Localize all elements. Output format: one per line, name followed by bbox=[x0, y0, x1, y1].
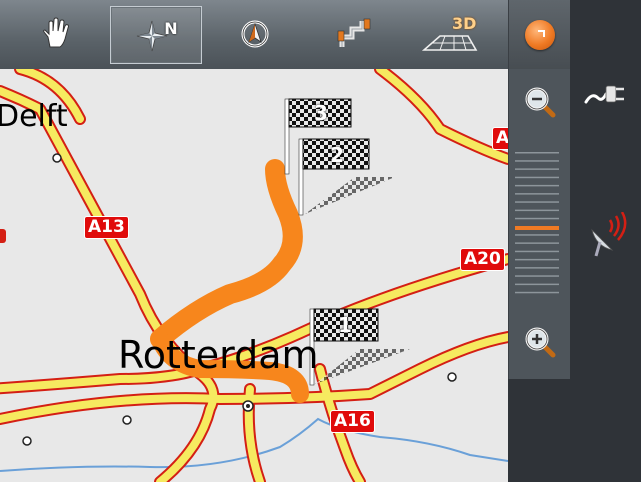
zoom-level-indicator bbox=[515, 226, 559, 230]
north-label: N bbox=[164, 18, 178, 38]
zoom-tick bbox=[515, 258, 559, 261]
gps-plug-icon bbox=[584, 78, 628, 112]
top-toolbar: N 3D bbox=[0, 0, 508, 70]
hand-icon bbox=[38, 17, 72, 51]
menu-button[interactable] bbox=[508, 0, 571, 69]
route-overview-button[interactable] bbox=[310, 6, 400, 62]
zoom-tick bbox=[515, 152, 559, 154]
zoom-out-button[interactable] bbox=[509, 69, 571, 139]
north-up-button[interactable]: N bbox=[110, 6, 202, 64]
city-label-delft: Delft bbox=[0, 99, 68, 134]
zoom-tick bbox=[515, 201, 559, 203]
zoom-tick bbox=[515, 242, 559, 244]
compass-north-icon: N bbox=[134, 17, 178, 53]
zoom-level-ticks bbox=[515, 152, 559, 294]
right-status-panel bbox=[570, 0, 641, 482]
3d-view-button[interactable]: 3D bbox=[405, 6, 495, 62]
route-line bbox=[150, 159, 303, 349]
gps-connection-button[interactable] bbox=[570, 78, 641, 112]
zoom-tick bbox=[515, 184, 559, 187]
zoom-in-icon bbox=[523, 325, 557, 363]
road-badge-a: A bbox=[492, 127, 508, 150]
waypoint-label-3: 3 bbox=[314, 101, 328, 125]
3d-view-icon: 3D bbox=[420, 14, 480, 54]
zoom-tick bbox=[515, 217, 559, 220]
city-label-rotterdam: Rotterdam bbox=[118, 333, 319, 377]
road-badge-a20: A20 bbox=[460, 248, 505, 271]
zoom-tick bbox=[515, 168, 559, 170]
offscreen-marker bbox=[0, 229, 6, 243]
road-badge-a16: A16 bbox=[330, 410, 375, 433]
heading-up-button[interactable] bbox=[210, 6, 300, 62]
zoom-tick bbox=[515, 193, 559, 195]
waypoint-label-1: 1 bbox=[338, 313, 352, 337]
zoom-tick bbox=[515, 160, 559, 162]
zoom-panel bbox=[508, 69, 571, 379]
gps-signal-button[interactable] bbox=[570, 211, 641, 264]
map-view[interactable]: Delft Rotterdam A13 A20 A16 A 3 2 1 bbox=[0, 69, 508, 482]
orange-menu-orb-icon bbox=[525, 19, 555, 50]
zoom-tick bbox=[515, 209, 559, 212]
satellite-dish-icon bbox=[582, 211, 630, 264]
zoom-tick bbox=[515, 267, 559, 269]
zoom-tick bbox=[515, 250, 559, 253]
3d-label: 3D bbox=[452, 14, 477, 33]
zoom-tick bbox=[515, 176, 559, 179]
zoom-out-icon bbox=[523, 85, 557, 123]
compass-heading-icon bbox=[240, 19, 270, 49]
pan-mode-button[interactable] bbox=[10, 6, 100, 62]
waypoint-label-2: 2 bbox=[330, 143, 344, 167]
zoom-tick bbox=[515, 275, 559, 277]
waypoint-flag-2 bbox=[298, 138, 395, 216]
zoom-tick bbox=[515, 291, 559, 294]
zoom-in-button[interactable] bbox=[509, 309, 571, 379]
zoom-tick bbox=[515, 283, 559, 286]
navigation-app: N 3D Delft Rotterdam A13 A20 A16 A 3 2 1 bbox=[0, 0, 641, 482]
zoom-level-slider[interactable] bbox=[515, 151, 559, 299]
map-canvas bbox=[0, 69, 508, 482]
road-badge-a13: A13 bbox=[84, 216, 129, 239]
route-icon bbox=[336, 17, 374, 51]
zoom-tick bbox=[515, 234, 559, 236]
